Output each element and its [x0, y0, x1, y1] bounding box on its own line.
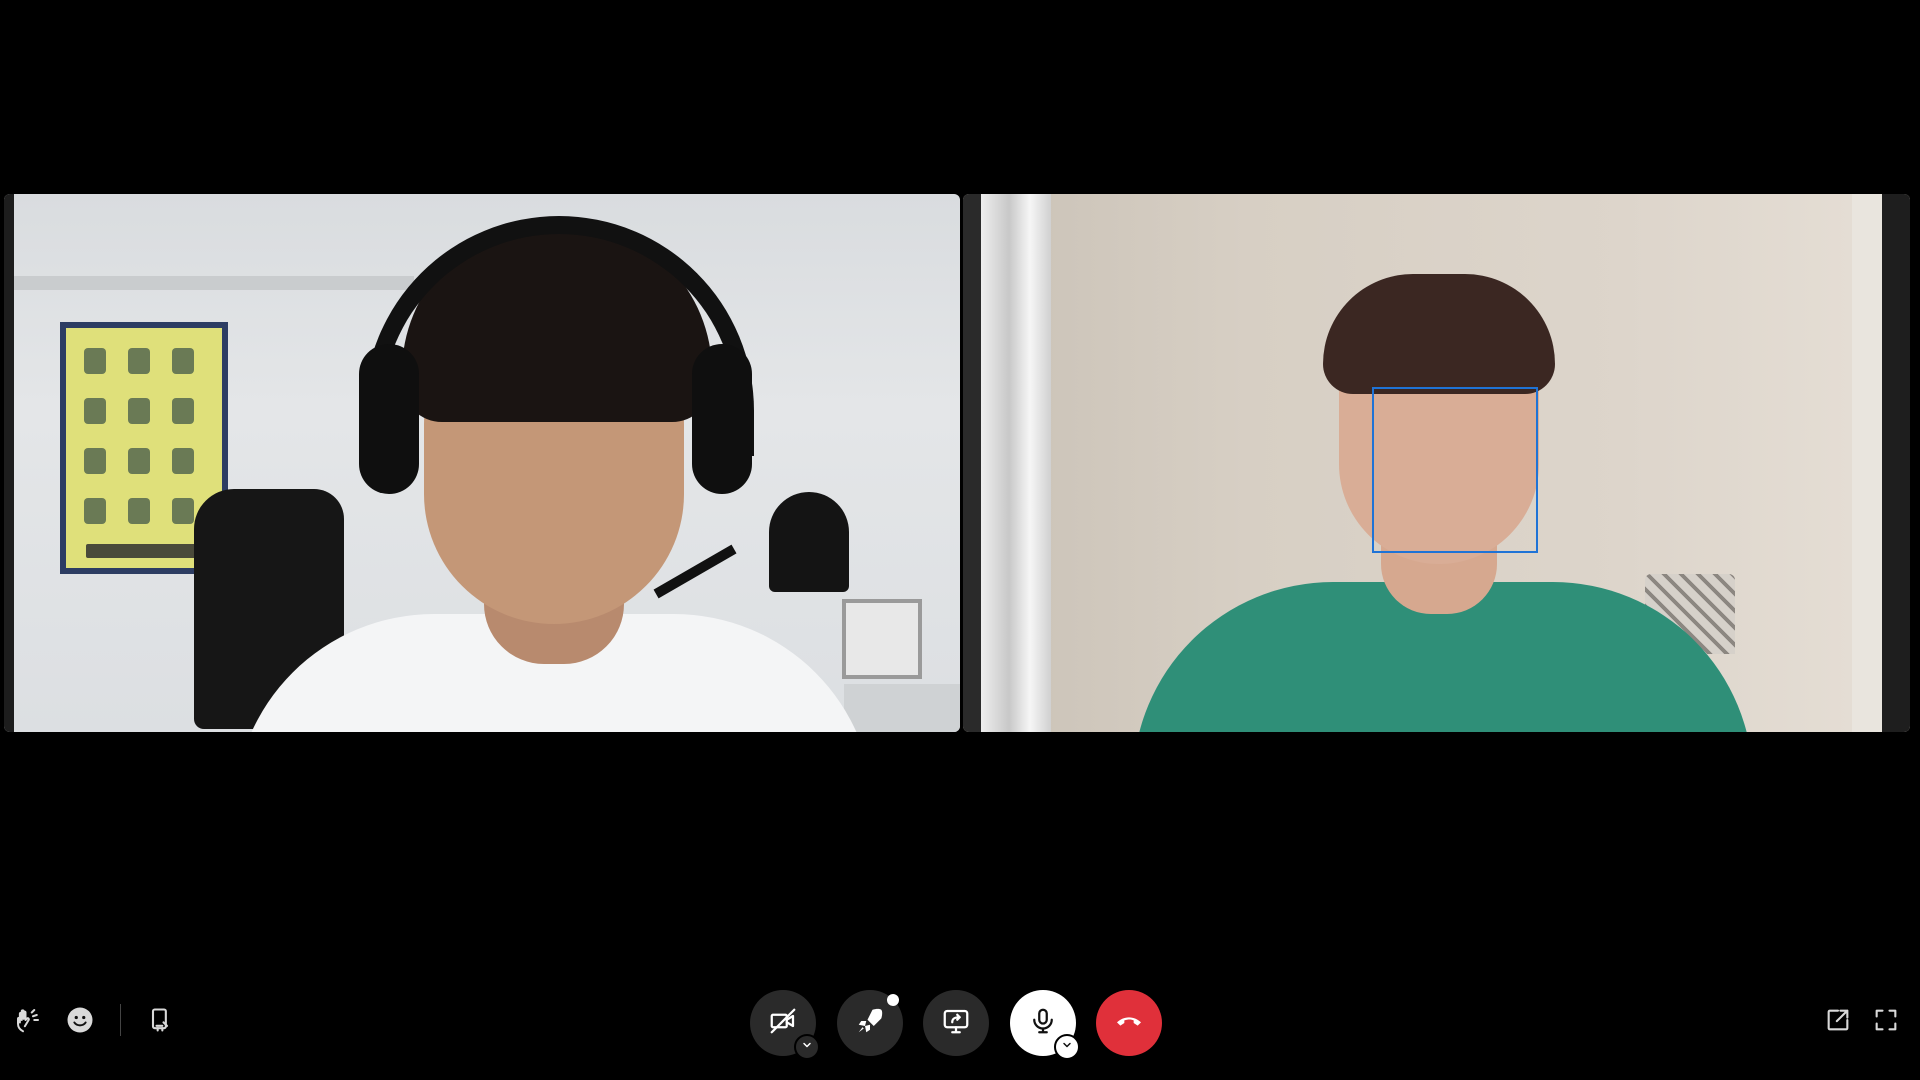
chevron-down-icon: [801, 1038, 813, 1056]
call-toolbar: [0, 990, 1920, 1060]
participant-video-right[interactable]: [963, 194, 1910, 732]
emoji-reaction-icon[interactable]: [62, 1002, 98, 1038]
desk: [844, 684, 960, 732]
toolbar-divider: [120, 1004, 121, 1036]
participant-video-left[interactable]: [4, 194, 960, 732]
camera-toggle-button[interactable]: [750, 990, 820, 1060]
window-curtain: [981, 194, 1051, 732]
photo-frame: [842, 599, 922, 679]
raise-hand-icon[interactable]: [10, 1002, 46, 1038]
microphone-options-button[interactable]: [1054, 1034, 1080, 1060]
fullscreen-icon[interactable]: [1868, 1002, 1904, 1038]
door-frame: [1852, 194, 1882, 732]
end-call-icon: [1113, 1005, 1145, 1042]
video-edge-right: [1882, 194, 1910, 732]
video-edge: [963, 194, 981, 732]
camera-options-button[interactable]: [794, 1034, 820, 1060]
face-detection-box: [1372, 387, 1538, 553]
headset-earcup-left: [359, 344, 419, 494]
microphone-button[interactable]: [1010, 990, 1080, 1060]
effects-rocket-icon: [855, 1006, 885, 1041]
microphone-icon: [1028, 1006, 1058, 1041]
camera-off-icon: [768, 1006, 798, 1041]
desk-lamp: [769, 492, 849, 592]
effects-button[interactable]: [837, 990, 903, 1056]
wall-shelf: [14, 276, 414, 290]
call-stage: [0, 0, 1920, 1080]
screen-share-button[interactable]: [923, 990, 989, 1056]
pop-out-icon[interactable]: [1820, 1002, 1856, 1038]
end-call-button[interactable]: [1096, 990, 1162, 1056]
call-info-icon[interactable]: [142, 1002, 178, 1038]
person-hair: [1323, 274, 1555, 394]
video-edge: [4, 194, 14, 732]
notification-dot: [887, 994, 899, 1006]
chevron-down-icon: [1061, 1038, 1073, 1056]
screen-share-icon: [941, 1006, 971, 1041]
headset-earcup-right: [692, 344, 752, 494]
